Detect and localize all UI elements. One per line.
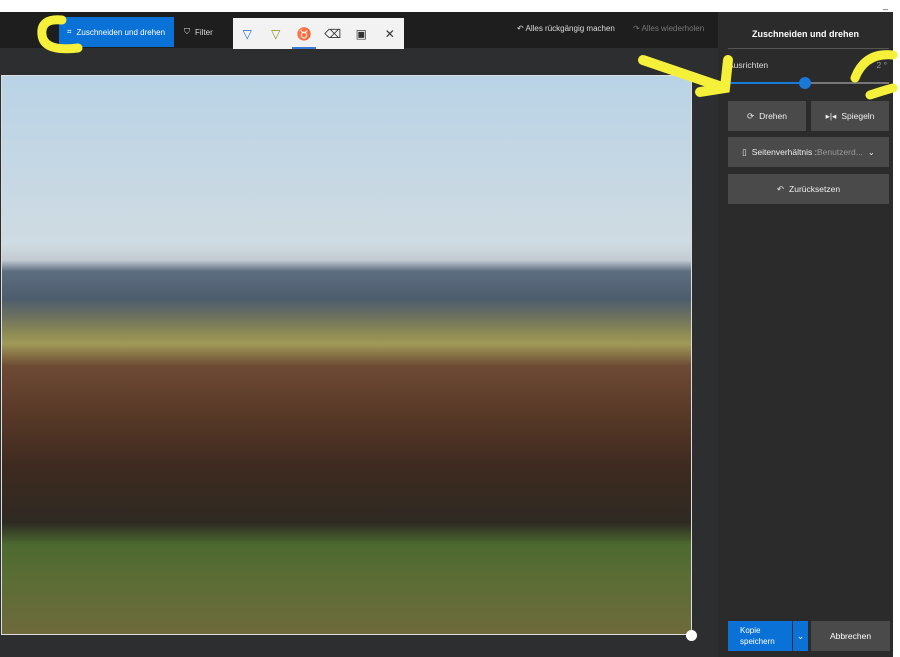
redo-all-button[interactable]: ↷ Alles wiederholen (633, 24, 704, 33)
save-icon[interactable]: ▣ (351, 27, 371, 41)
markup-toolbar: ▽ ▽ ♉ ⌫ ▣ ✕ (233, 18, 404, 49)
photo-image[interactable] (1, 75, 692, 635)
chevron-down-icon: ⌄ (867, 146, 875, 157)
aspect-ratio-dropdown[interactable]: ▯ Seitenverhältnis : Benutzerd... ⌄ (728, 137, 889, 167)
eraser-icon[interactable]: ⌫ (323, 27, 343, 41)
rotate-icon: ⟳ (746, 110, 755, 121)
save-copy-button[interactable]: Kopie speichern (728, 621, 792, 651)
undo-all-button[interactable]: ↶ Alles rückgängig machen (517, 24, 615, 33)
straighten-slider[interactable] (728, 77, 889, 89)
ballpoint-pen-icon[interactable]: ▽ (237, 27, 257, 41)
reset-button[interactable]: ↶ Zurücksetzen (728, 174, 889, 204)
flip-icon: ▸|◂ (825, 110, 837, 121)
divider (728, 48, 889, 49)
flip-button[interactable]: ▸|◂ Spiegeln (811, 101, 889, 131)
slider-fill (728, 82, 806, 84)
crop-rotate-button[interactable]: ⌗ Zuschneiden und drehen (59, 17, 174, 47)
straighten-value: 2 ° (876, 60, 888, 70)
close-icon[interactable]: ✕ (380, 27, 400, 41)
reset-icon: ↶ (776, 183, 785, 194)
filter-icon: ⛉ (184, 27, 190, 36)
side-panel: Zuschneiden und drehen Ausrichten 2 ° ⟳ D… (718, 12, 893, 657)
panel-title: Zuschneiden und drehen (751, 29, 859, 39)
crop-handle[interactable] (686, 630, 697, 641)
aspect-icon: ▯ (742, 146, 747, 157)
minimize-button[interactable]: _ (883, 0, 888, 10)
filter-button[interactable]: ⛉ Filter (176, 17, 221, 47)
calligraphy-pen-icon[interactable]: ♉ (292, 27, 317, 49)
pencil-icon[interactable]: ▽ (266, 27, 286, 41)
save-options-chevron-icon[interactable]: ⌄ (793, 621, 808, 651)
cancel-button[interactable]: Abbrechen (811, 621, 890, 651)
slider-thumb[interactable] (799, 77, 812, 89)
straighten-label: Ausrichten (728, 60, 769, 70)
rotate-button[interactable]: ⟳ Drehen (728, 101, 806, 131)
crop-icon: ⌗ (67, 27, 72, 36)
